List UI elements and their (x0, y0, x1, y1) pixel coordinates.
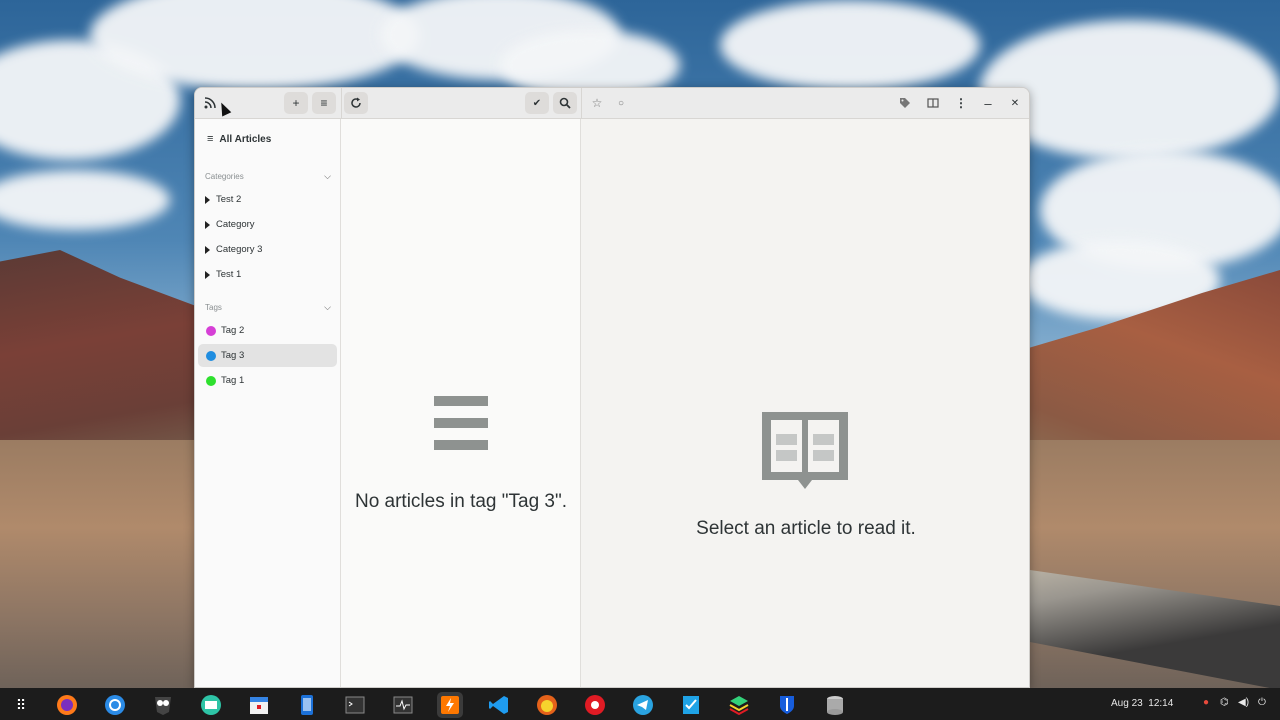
hamburger-menu-icon: ≡ (320, 96, 328, 110)
close-button[interactable]: ✕ (1006, 94, 1024, 112)
sidebar: ≡ All Articles Categories ⌵ Test 2 Categ… (195, 119, 341, 687)
reader-view-button[interactable] (921, 92, 945, 114)
mail-icon[interactable] (198, 692, 224, 718)
tag-icon (900, 98, 910, 108)
calendar-icon[interactable] (246, 692, 272, 718)
book-icon (927, 98, 939, 108)
telegram-icon[interactable] (630, 692, 656, 718)
checkmark-icon: ✔ (532, 97, 542, 109)
expand-triangle-icon (205, 195, 210, 204)
volume-icon[interactable]: ◀) (1238, 697, 1249, 708)
tag-label: Tag 1 (221, 375, 245, 386)
empty-list-message: No articles in tag "Tag 3". (354, 491, 568, 512)
refresh-icon (351, 97, 361, 108)
app-grid-icon[interactable]: ⠿ (8, 692, 34, 718)
more-options-button[interactable]: ⋮ (949, 92, 973, 114)
tag-color-dot (206, 375, 216, 386)
tag-button[interactable] (893, 92, 917, 114)
headerbar: + ≡ ✔ ☆ ○ ⋮ – ✕ (195, 88, 1029, 119)
tag-item[interactable]: Tag 1 (198, 369, 337, 392)
newsreader-icon[interactable] (437, 692, 463, 718)
close-icon: ✕ (1010, 97, 1020, 109)
all-articles-label: All Articles (219, 133, 272, 145)
tags-header[interactable]: Tags ⌵ (205, 302, 331, 313)
star-button[interactable]: ☆ (585, 92, 609, 114)
newsreader-window: + ≡ ✔ ☆ ○ ⋮ – ✕ ≡ All Articles Categorie… (194, 87, 1030, 688)
reader-empty-message: Select an article to read it. (696, 518, 916, 539)
star-icon: ☆ (591, 96, 603, 110)
tag-label: Tag 2 (221, 325, 245, 336)
layers-icon[interactable] (726, 692, 752, 718)
reader-pane: Select an article to read it. (581, 119, 1029, 687)
mark-all-read-button[interactable]: ✔ (525, 92, 549, 114)
mark-unread-button[interactable]: ○ (609, 92, 633, 114)
chromium-icon[interactable] (102, 692, 128, 718)
owl-icon[interactable] (150, 692, 176, 718)
categories-header-label: Categories (205, 172, 244, 181)
phone-icon[interactable] (294, 692, 320, 718)
tag-color-dot (206, 350, 216, 361)
category-item[interactable]: Category (198, 213, 337, 236)
tag-label: Tag 3 (221, 350, 245, 361)
tag-color-dot (206, 325, 216, 336)
article-list-pane: No articles in tag "Tag 3". (341, 119, 581, 687)
list-icon: ≡ (207, 133, 214, 145)
terminal-icon[interactable] (342, 692, 368, 718)
tags-header-label: Tags (205, 303, 222, 312)
database-icon[interactable] (822, 692, 848, 718)
refresh-button[interactable] (344, 92, 368, 114)
kebab-menu-icon: ⋮ (955, 96, 967, 110)
expand-triangle-icon (205, 245, 210, 254)
power-icon[interactable]: ⏻ (1258, 697, 1266, 708)
circle-icon: ○ (617, 97, 625, 109)
date-label: Aug 23 (1111, 698, 1143, 709)
category-item[interactable]: Test 2 (198, 188, 337, 211)
chevron-down-icon: ⌵ (324, 171, 331, 181)
lifesaver-icon[interactable] (582, 692, 608, 718)
firefox-icon[interactable] (54, 692, 80, 718)
plus-icon: + (292, 96, 300, 110)
add-feed-button[interactable]: + (284, 92, 308, 114)
category-label: Test 1 (216, 269, 242, 280)
open-book-icon (762, 412, 848, 489)
recording-indicator-icon[interactable]: ● (1203, 697, 1209, 708)
tag-item-selected[interactable]: Tag 3 (198, 344, 337, 367)
orange-app-icon[interactable] (534, 692, 560, 718)
category-item[interactable]: Category 3 (198, 238, 337, 261)
minimize-icon: – (984, 95, 992, 111)
expand-triangle-icon (205, 270, 210, 279)
empty-list-icon (434, 396, 488, 450)
network-icon[interactable]: ⌬ (1220, 697, 1229, 708)
system-monitor-icon[interactable] (390, 692, 416, 718)
chevron-down-icon: ⌵ (324, 302, 331, 312)
category-label: Category (216, 219, 255, 230)
search-icon (559, 97, 571, 109)
time-label: 12:14 (1148, 698, 1174, 709)
tasks-icon[interactable] (678, 692, 704, 718)
taskbar: ⠿ Aug 23 12:14 ● ⌬ ◀) ⏻ (0, 688, 1280, 720)
category-label: Test 2 (216, 194, 242, 205)
all-articles-item[interactable]: ≡ All Articles (207, 133, 271, 145)
bitwarden-icon[interactable] (774, 692, 800, 718)
minimize-button[interactable]: – (979, 94, 997, 112)
expand-triangle-icon (205, 220, 210, 229)
tag-item[interactable]: Tag 2 (198, 319, 337, 342)
category-label: Category 3 (216, 244, 263, 255)
vscode-icon[interactable] (486, 692, 512, 718)
clock[interactable]: Aug 23 12:14 (1111, 698, 1173, 709)
search-button[interactable] (553, 92, 577, 114)
main-menu-button[interactable]: ≡ (312, 92, 336, 114)
category-item[interactable]: Test 1 (198, 263, 337, 286)
categories-header[interactable]: Categories ⌵ (205, 171, 331, 182)
